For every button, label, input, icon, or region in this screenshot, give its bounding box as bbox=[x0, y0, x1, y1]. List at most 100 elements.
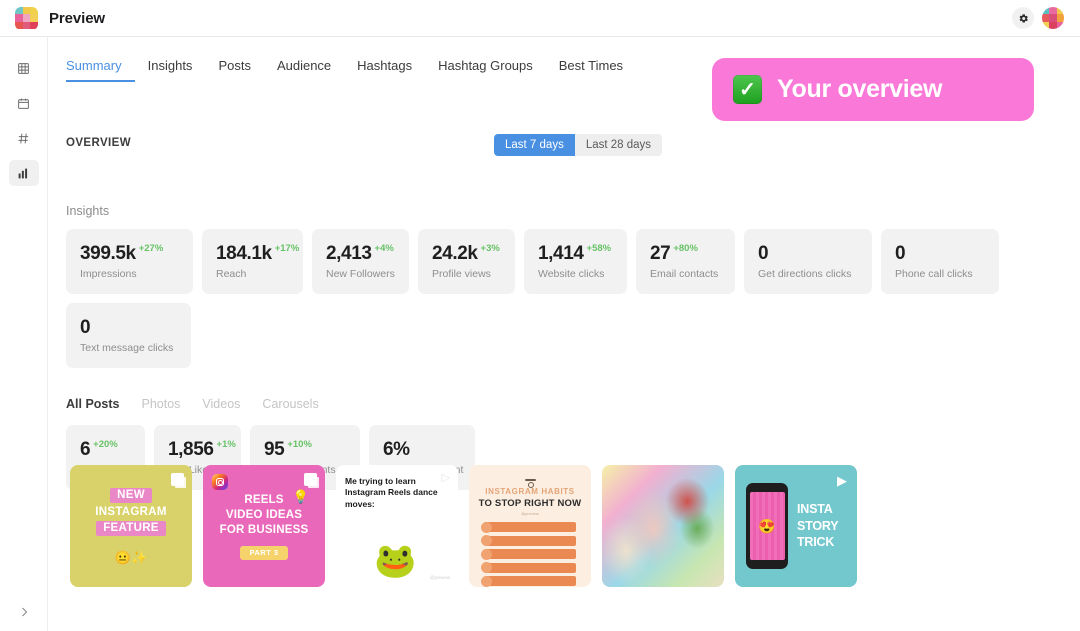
sidebar-item-hashtags[interactable] bbox=[9, 125, 39, 151]
logo-cell bbox=[30, 6, 38, 15]
stat-label: Reach bbox=[216, 268, 247, 280]
logo-cell bbox=[1042, 14, 1050, 22]
stat-card[interactable]: 0 Phone call clicks bbox=[881, 229, 999, 294]
logo-cell bbox=[15, 14, 23, 22]
tab-hashtag-groups[interactable]: Hashtag Groups bbox=[425, 58, 546, 82]
stat-value-row: 0 bbox=[895, 244, 985, 263]
top-bar-actions bbox=[1012, 7, 1064, 29]
stat-delta-badge: +4% bbox=[374, 243, 394, 254]
thumb-line: INSTA bbox=[797, 501, 833, 516]
brand[interactable]: Preview bbox=[15, 6, 105, 30]
thumb-text-block: INSTA STORY TRICK bbox=[797, 501, 839, 552]
insights-card-grid: 399.5k +27% Impressions 184.1k +17% Reach 2,41… bbox=[66, 229, 1066, 368]
left-rail bbox=[0, 37, 48, 631]
tab-best-times[interactable]: Best Times bbox=[546, 58, 636, 82]
logo-cell bbox=[1042, 21, 1050, 29]
stat-card[interactable]: 1,414 +58% Website clicks bbox=[524, 229, 627, 294]
phone-mockup: 😍 bbox=[746, 483, 788, 569]
stat-value: 0 bbox=[80, 317, 91, 338]
logo-cell bbox=[30, 14, 38, 22]
stat-value-row: 0 bbox=[758, 244, 858, 263]
tab-audience[interactable]: Audience bbox=[264, 58, 344, 82]
stat-label: Profile views bbox=[432, 268, 491, 280]
gear-glyph bbox=[1019, 13, 1028, 22]
stat-value-row: 399.5k +27% bbox=[80, 243, 179, 263]
sidebar-item-grid[interactable] bbox=[9, 55, 39, 81]
stat-value: 27 bbox=[650, 243, 671, 264]
sidebar-expand-button[interactable] bbox=[0, 599, 48, 625]
stat-label: Get directions clicks bbox=[758, 268, 852, 280]
overview-banner-text: Your overview bbox=[777, 75, 943, 103]
logo-cell bbox=[1056, 21, 1064, 29]
tab-hashtags[interactable]: Hashtags bbox=[344, 58, 425, 82]
top-bar: Preview bbox=[0, 0, 1080, 37]
stat-card[interactable]: 0 Text message clicks bbox=[66, 303, 191, 368]
filter-carousels[interactable]: Carousels bbox=[262, 397, 340, 411]
sidebar-item-planner[interactable] bbox=[9, 90, 39, 116]
stat-delta-badge: +58% bbox=[586, 243, 612, 254]
tab-posts[interactable]: Posts bbox=[205, 58, 264, 82]
stat-value-row: 184.1k +17% bbox=[216, 243, 299, 264]
part-badge: PART 3 bbox=[240, 545, 288, 560]
range-option-7-days[interactable]: Last 7 days bbox=[494, 134, 575, 156]
tab-summary[interactable]: Summary bbox=[66, 58, 135, 82]
stat-value: 0 bbox=[895, 243, 906, 264]
habit-number-badge bbox=[481, 548, 492, 560]
stat-card[interactable]: 27 +80% Email contacts bbox=[636, 229, 735, 294]
analytics-page: Preview Summary Insights Posts Audience … bbox=[0, 0, 1080, 631]
gear-icon[interactable] bbox=[1012, 7, 1034, 29]
list-item[interactable]: ▷ Me trying to learn Instagram Reels dan… bbox=[336, 465, 458, 587]
stat-value-row: 1,856 +1% bbox=[168, 439, 236, 459]
list-item[interactable]: INSTAGRAM HABITS TO STOP RIGHT NOW @prev… bbox=[469, 465, 591, 587]
habit-number-badge bbox=[481, 575, 492, 587]
stat-value-row: 0 bbox=[80, 318, 177, 337]
habit-bar bbox=[481, 535, 576, 546]
overview-banner: ✓ Your overview bbox=[712, 58, 1034, 121]
lightbulb-emoji-icon: 💡 bbox=[292, 489, 309, 504]
list-item[interactable]: 💡 REELS VIDEO IDEAS FOR BUSINESS PART 3 bbox=[203, 465, 325, 587]
instagram-icon bbox=[212, 474, 228, 490]
sidebar-item-analytics[interactable] bbox=[8, 160, 39, 186]
stat-label: Impressions bbox=[80, 268, 137, 280]
list-item[interactable] bbox=[602, 465, 724, 587]
white-check-mark-emoji-icon: ✓ bbox=[733, 75, 762, 104]
stat-value-row: 2,413 +4% bbox=[326, 243, 395, 263]
habit-number-badge bbox=[481, 521, 492, 533]
stat-value: 6 bbox=[80, 439, 91, 460]
thumb-subtitle: @preview bbox=[521, 511, 539, 516]
range-option-28-days[interactable]: Last 28 days bbox=[574, 134, 663, 156]
stat-card[interactable]: 2,413 +4% New Followers bbox=[312, 229, 409, 294]
stat-card[interactable]: 184.1k +17% Reach bbox=[202, 229, 303, 294]
stat-value: 6% bbox=[383, 439, 410, 460]
list-item[interactable]: NEW INSTAGRAM FEATURE 😐✨ bbox=[70, 465, 192, 587]
stat-value: 95 bbox=[264, 439, 285, 460]
watermark: @preview bbox=[429, 575, 450, 580]
insights-section-title: Insights bbox=[66, 204, 110, 218]
stat-value-row: 27 +80% bbox=[650, 243, 721, 264]
bar-chart-icon bbox=[18, 168, 28, 178]
habit-number-badge bbox=[481, 535, 492, 546]
logo-cell bbox=[22, 14, 31, 22]
posts-filter-bar: All Posts Photos Videos Carousels bbox=[66, 397, 341, 411]
avatar[interactable] bbox=[1042, 7, 1064, 29]
logo-cell bbox=[15, 21, 23, 30]
stat-value: 1,414 bbox=[538, 243, 584, 264]
logo-cell bbox=[1042, 7, 1050, 15]
filter-all-posts[interactable]: All Posts bbox=[66, 397, 142, 411]
stat-card[interactable]: 24.2k +3% Profile views bbox=[418, 229, 515, 294]
stat-delta-badge: +10% bbox=[287, 439, 312, 450]
stat-label: Email contacts bbox=[650, 268, 719, 280]
thumb-line: VIDEO IDEAS bbox=[225, 509, 303, 521]
emoji: 😐✨ bbox=[114, 550, 148, 565]
filter-photos[interactable]: Photos bbox=[142, 397, 203, 411]
list-item[interactable]: ▶ 😍 INSTA STORY TRICK bbox=[735, 465, 857, 587]
stat-card[interactable]: 0 Get directions clicks bbox=[744, 229, 872, 294]
thumb-line: FEATURE bbox=[96, 520, 166, 536]
tab-insights[interactable]: Insights bbox=[135, 58, 206, 82]
filter-videos[interactable]: Videos bbox=[202, 397, 262, 411]
frog-meme-icon: 🐸 bbox=[374, 542, 417, 580]
stat-label: Phone call clicks bbox=[895, 268, 973, 280]
stat-delta-badge: +3% bbox=[480, 243, 500, 254]
stat-value: 184.1k bbox=[216, 243, 272, 264]
stat-card[interactable]: 399.5k +27% Impressions bbox=[66, 229, 193, 294]
